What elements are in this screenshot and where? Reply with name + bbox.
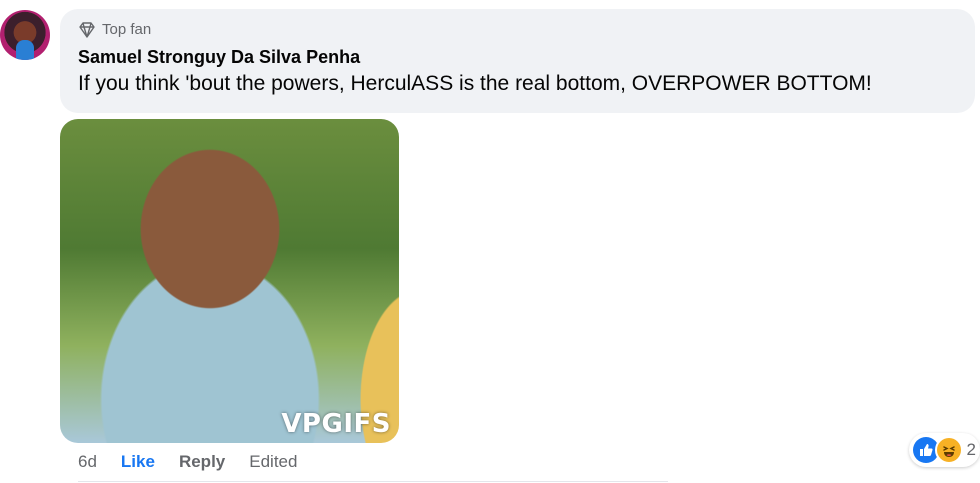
haha-icon: [934, 436, 963, 464]
comment-bubble: Top fan Samuel Stronguy Da Silva Penha I…: [60, 9, 975, 113]
comment-author[interactable]: Samuel Stronguy Da Silva Penha: [78, 47, 360, 68]
badge-label: Top fan: [102, 21, 152, 38]
comment-time[interactable]: 6d: [78, 452, 97, 472]
top-fan-badge: Top fan: [78, 21, 151, 38]
comment-actions: 6d Like Reply Edited: [78, 452, 321, 472]
commenter-avatar[interactable]: [0, 10, 50, 60]
edited-label[interactable]: Edited: [249, 452, 297, 472]
gif-watermark: VPGIFS: [281, 409, 391, 439]
divider: [78, 481, 668, 482]
reaction-count: 2: [966, 440, 976, 459]
reply-button[interactable]: Reply: [179, 452, 225, 472]
comment-text: If you think 'bout the powers, HerculASS…: [78, 72, 872, 95]
like-button[interactable]: Like: [121, 452, 155, 472]
comment-gif[interactable]: VPGIFS: [60, 119, 399, 443]
reaction-summary[interactable]: 2: [908, 433, 980, 467]
diamond-icon: [79, 21, 95, 38]
